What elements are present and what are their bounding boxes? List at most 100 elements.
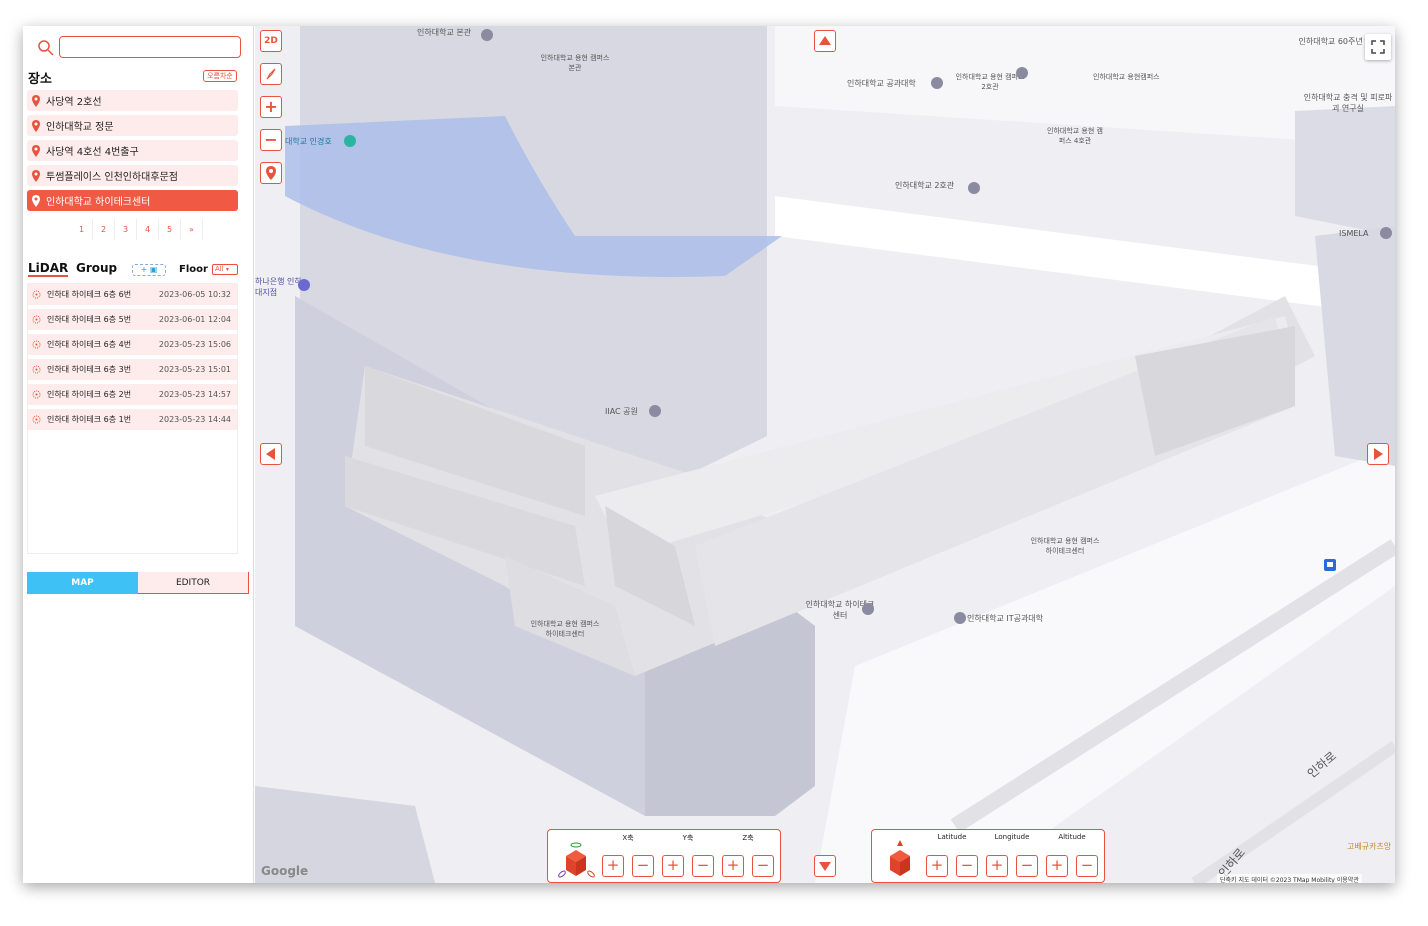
search-input[interactable]: [59, 36, 241, 58]
view-2d-button[interactable]: 2D: [260, 30, 282, 52]
map-label-iiac: IIAC 공원: [605, 407, 638, 416]
x-minus-button[interactable]: −: [632, 855, 654, 877]
scan-name: 인하대 하이테크 6층 6번: [47, 290, 132, 299]
pan-left-button[interactable]: [260, 443, 282, 465]
y-axis-label: Y축: [682, 834, 694, 842]
axis-transform-panel: X축 Y축 Z축 + − + − + −: [547, 829, 781, 883]
bus-stop-icon[interactable]: [1323, 558, 1337, 572]
longitude-plus-button[interactable]: +: [986, 855, 1008, 877]
zoom-in-button[interactable]: +: [260, 96, 282, 118]
chevron-down-icon: ▾: [225, 266, 229, 273]
map-label-impact-lab: 인하대학교 충격 및 피로파괴 연구실: [1303, 93, 1393, 113]
scan-name: 인하대 하이테크 6층 5번: [47, 315, 132, 324]
sidebar: 장소 오름차순 사당역 2호선 인하대학교 정문 사당역 4호선 4번출구 투썸…: [23, 26, 254, 883]
scan-list: 인하대 하이테크 6층 6번 2023-06-05 10:32 인하대 하이테크…: [27, 283, 238, 554]
bank-pin-icon[interactable]: [297, 278, 311, 292]
app-window: 장소 오름차순 사당역 2호선 인하대학교 정문 사당역 4호선 4번출구 투썸…: [23, 26, 1395, 883]
map-label-yonghyeon: 인하대학교 용현캠퍼스: [1093, 73, 1160, 81]
point-cloud-icon: [32, 415, 41, 424]
zoom-out-button[interactable]: −: [260, 129, 282, 151]
scan-name: 인하대 하이테크 6층 4번: [47, 340, 132, 349]
longitude-minus-button[interactable]: −: [1016, 855, 1038, 877]
map-attribution[interactable]: 단축키 지도 데이터 ©2023 TMap Mobility 이용약관: [1217, 874, 1362, 883]
school-pin-icon[interactable]: [480, 28, 494, 42]
latitude-plus-button[interactable]: +: [926, 855, 948, 877]
scan-row[interactable]: 인하대 하이테크 6층 5번 2023-06-01 12:04: [28, 309, 237, 330]
point-cloud-icon: [32, 340, 41, 349]
school-pin-icon[interactable]: [861, 602, 875, 616]
compass-icon: [266, 68, 276, 80]
page-link[interactable]: 5: [159, 219, 181, 240]
scan-row[interactable]: 인하대 하이테크 6층 1번 2023-05-23 14:44: [28, 409, 237, 430]
page-link[interactable]: 2: [93, 219, 115, 240]
point-cloud-icon: [32, 315, 41, 324]
place-item[interactable]: 인하대학교 정문: [27, 115, 238, 136]
arrow-left-icon: [266, 448, 275, 460]
page-link[interactable]: 4: [137, 219, 159, 240]
location-pin-icon: [32, 119, 40, 132]
next-page-link[interactable]: »: [181, 219, 203, 240]
place-item[interactable]: 사당역 2호선: [27, 90, 238, 111]
place-label: 사당역 2호선: [46, 97, 102, 108]
tab-group[interactable]: Group: [76, 262, 117, 275]
school-pin-icon[interactable]: [648, 404, 662, 418]
pan-right-button[interactable]: [1367, 443, 1389, 465]
arrow-right-icon: [1374, 448, 1383, 460]
scan-date: 2023-05-23 15:01: [158, 365, 231, 374]
school-pin-icon[interactable]: [1015, 66, 1029, 80]
my-location-button[interactable]: [260, 162, 282, 184]
fullscreen-button[interactable]: [1365, 34, 1391, 60]
add-group-button[interactable]: + ▣: [132, 264, 166, 276]
tab-lidar[interactable]: LiDAR: [28, 262, 69, 277]
longitude-label: Longitude: [994, 833, 1030, 841]
altitude-minus-button[interactable]: −: [1076, 855, 1098, 877]
sort-button[interactable]: 오름차순: [203, 70, 237, 82]
floor-value: All: [215, 265, 224, 273]
place-label: 인하대학교 정문: [46, 122, 114, 133]
scan-name: 인하대 하이테크 6층 2번: [47, 390, 132, 399]
latitude-minus-button[interactable]: −: [956, 855, 978, 877]
pagination: 1 2 3 4 5 »: [71, 219, 203, 240]
park-pin-icon[interactable]: [343, 134, 357, 148]
page-link[interactable]: 1: [71, 219, 93, 240]
scan-date: 2023-05-23 15:06: [158, 340, 231, 349]
place-item[interactable]: 투썸플레이스 인천인하대후문점: [27, 165, 238, 186]
pan-up-button[interactable]: [814, 30, 836, 52]
tab-editor[interactable]: EDITOR: [138, 572, 249, 594]
map-label-campus4: 인하대학교 용현 캠퍼스 4호관: [1047, 127, 1103, 145]
map-label-building2: 인하대학교 2호관: [895, 181, 955, 190]
scan-row[interactable]: 인하대 하이테크 6층 3번 2023-05-23 15:01: [28, 359, 237, 380]
map-canvas[interactable]: [255, 26, 1395, 883]
location-pin-icon: [32, 169, 40, 182]
school-pin-icon[interactable]: [967, 181, 981, 195]
geo-cube-icon: [890, 840, 910, 876]
floor-select[interactable]: All ▾: [212, 264, 238, 275]
page-link[interactable]: 3: [115, 219, 137, 240]
search-icon[interactable]: [37, 39, 55, 57]
mode-tabs: MAP EDITOR: [27, 572, 250, 594]
y-minus-button[interactable]: −: [692, 855, 714, 877]
x-plus-button[interactable]: +: [602, 855, 624, 877]
place-pin-icon[interactable]: [1379, 226, 1393, 240]
pan-down-button[interactable]: [814, 855, 836, 877]
scan-row[interactable]: 인하대 하이테크 6층 6번 2023-06-05 10:32: [28, 284, 237, 305]
school-pin-icon[interactable]: [953, 611, 967, 625]
scan-row[interactable]: 인하대 하이테크 6층 2번 2023-05-23 14:57: [28, 384, 237, 405]
location-pin-icon: [32, 94, 40, 107]
scan-row[interactable]: 인하대 하이테크 6층 4번 2023-05-23 15:06: [28, 334, 237, 355]
place-item[interactable]: 사당역 4호선 4번출구: [27, 140, 238, 161]
compass-button[interactable]: [260, 63, 282, 85]
z-axis-label: Z축: [742, 834, 754, 842]
z-plus-button[interactable]: +: [722, 855, 744, 877]
add-group-label: +: [140, 265, 148, 274]
z-minus-button[interactable]: −: [752, 855, 774, 877]
map-3d-view[interactable]: 인하대학교 본관 인하대학교 용현 캠퍼스 본관 인하대학교 공과대학 인하대학…: [255, 26, 1395, 883]
lidar-header: LiDAR Group + ▣ Floor All ▾: [28, 262, 240, 280]
place-item-selected[interactable]: 인하대학교 하이테크센터: [27, 190, 238, 211]
altitude-plus-button[interactable]: +: [1046, 855, 1068, 877]
location-pin-icon: [266, 166, 276, 180]
school-pin-icon[interactable]: [930, 76, 944, 90]
y-plus-button[interactable]: +: [662, 855, 684, 877]
tab-map[interactable]: MAP: [27, 572, 138, 594]
location-pin-icon: [32, 144, 40, 157]
